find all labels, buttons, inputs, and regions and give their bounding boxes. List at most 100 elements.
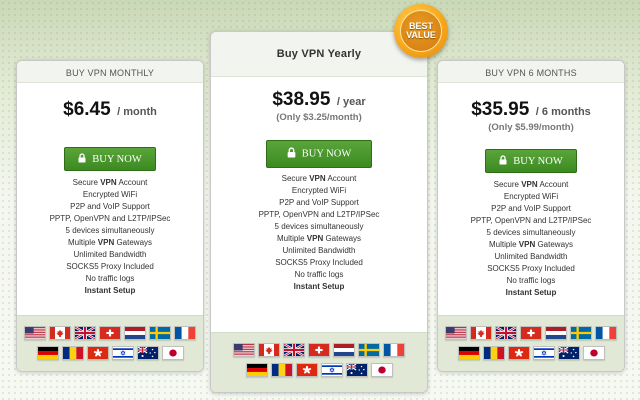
feature-item: P2P and VoIP Support (279, 198, 359, 207)
canada-flag[interactable] (258, 343, 280, 357)
lock-icon (287, 147, 296, 161)
uk-flag[interactable] (74, 326, 96, 340)
price-row: $38.95 / year (211, 89, 427, 111)
plan-card-yearly: Buy VPN Yearly $38.95 / year (Only $3.25… (210, 31, 428, 393)
romania-flag[interactable] (482, 346, 505, 360)
romania-flag[interactable] (270, 363, 293, 377)
usa-flag[interactable] (24, 326, 46, 340)
monthly-equivalent: (Only $3.25/month) (276, 112, 362, 123)
plan-card-6-months: BUY VPN 6 MONTHS $35.95 / 6 months (Only… (437, 60, 625, 372)
flag-row-2 (211, 363, 427, 377)
buy-now-button-6-months[interactable]: BUY NOW (485, 149, 577, 173)
france-flag[interactable] (174, 326, 196, 340)
feature-item: No traffic logs (85, 274, 135, 283)
server-flags (17, 315, 203, 371)
plan-title: Buy VPN Yearly (276, 48, 362, 60)
buy-now-button-monthly[interactable]: BUY NOW (64, 147, 156, 171)
sweden-flag[interactable] (570, 326, 592, 340)
price-period: / month (117, 106, 157, 118)
feature-item: Unlimited Bandwidth (282, 246, 356, 255)
israel-flag[interactable] (111, 346, 134, 360)
plan-card-monthly: BUY VPN MONTHLY $6.45 / month BUY NOW Se… (16, 60, 204, 372)
feature-item: SOCKS5 Proxy Included (487, 264, 575, 273)
germany-flag[interactable] (457, 346, 480, 360)
netherlands-flag[interactable] (124, 326, 146, 340)
feature-item: Secure VPN Account (493, 180, 569, 189)
flag-row-1 (211, 343, 427, 357)
feature-item: Instant Setup (505, 288, 557, 297)
sweden-flag[interactable] (358, 343, 380, 357)
feature-item: PPTP, OpenVPN and L2TP/IPSec (470, 216, 592, 225)
feature-item: SOCKS5 Proxy Included (66, 262, 154, 271)
feature-item: 5 devices simultaneously (65, 226, 155, 235)
germany-flag[interactable] (36, 346, 59, 360)
switzerland-flag[interactable] (520, 326, 542, 340)
buy-now-label: BUY NOW (301, 148, 352, 160)
france-flag[interactable] (383, 343, 405, 357)
usa-flag[interactable] (445, 326, 467, 340)
feature-item: SOCKS5 Proxy Included (275, 258, 363, 267)
switzerland-flag[interactable] (308, 343, 330, 357)
lock-icon (78, 152, 86, 166)
germany-flag[interactable] (245, 363, 268, 377)
feature-item: Multiple VPN Gateways (488, 240, 574, 249)
feature-item: Multiple VPN Gateways (276, 234, 362, 243)
feature-item: P2P and VoIP Support (70, 202, 150, 211)
feature-item: Secure VPN Account (281, 174, 357, 183)
feature-item: 5 devices simultaneously (274, 222, 364, 231)
feature-item: No traffic logs (506, 276, 556, 285)
flag-row-2 (17, 346, 203, 360)
feature-item: Encrypted WiFi (82, 190, 138, 199)
plan-title: BUY VPN 6 MONTHS (485, 68, 577, 78)
netherlands-flag[interactable] (545, 326, 567, 340)
feature-item: P2P and VoIP Support (491, 204, 571, 213)
buy-now-label: BUY NOW (92, 153, 142, 165)
japan-flag[interactable] (582, 346, 605, 360)
israel-flag[interactable] (532, 346, 555, 360)
flag-row-2 (438, 346, 624, 360)
uk-flag[interactable] (283, 343, 305, 357)
canada-flag[interactable] (49, 326, 71, 340)
feature-item: Instant Setup (293, 282, 345, 291)
romania-flag[interactable] (61, 346, 84, 360)
buy-now-button-yearly[interactable]: BUY NOW (266, 140, 372, 168)
feature-item: Unlimited Bandwidth (73, 250, 147, 259)
server-flags (211, 332, 427, 392)
feature-item: Secure VPN Account (72, 178, 148, 187)
feature-item: Instant Setup (84, 286, 136, 295)
australia-flag[interactable] (136, 346, 159, 360)
price: $35.95 (471, 99, 530, 120)
best-value-badge: BEST VALUE (394, 4, 448, 58)
feature-item: No traffic logs (294, 270, 344, 279)
hong-kong-flag[interactable] (295, 363, 318, 377)
buy-now-label: BUY NOW (513, 155, 563, 167)
feature-list: Secure VPN Account Encrypted WiFi P2P and … (17, 177, 203, 297)
monthly-equivalent: (Only $5.99/month) (488, 122, 574, 133)
sweden-flag[interactable] (149, 326, 171, 340)
feature-list: Secure VPN Account Encrypted WiFi P2P and … (438, 179, 624, 299)
israel-flag[interactable] (320, 363, 343, 377)
netherlands-flag[interactable] (333, 343, 355, 357)
japan-flag[interactable] (161, 346, 184, 360)
france-flag[interactable] (595, 326, 617, 340)
feature-item: PPTP, OpenVPN and L2TP/IPSec (258, 210, 380, 219)
price-period: / 6 months (535, 106, 591, 118)
canada-flag[interactable] (470, 326, 492, 340)
price-period: / year (336, 96, 366, 108)
plan-title: BUY VPN MONTHLY (65, 68, 155, 78)
usa-flag[interactable] (233, 343, 255, 357)
switzerland-flag[interactable] (99, 326, 121, 340)
uk-flag[interactable] (495, 326, 517, 340)
australia-flag[interactable] (557, 346, 580, 360)
feature-item: Encrypted WiFi (291, 186, 347, 195)
price: $38.95 (272, 89, 331, 110)
australia-flag[interactable] (345, 363, 368, 377)
flag-row-1 (17, 326, 203, 340)
badge-line-2: VALUE (406, 30, 436, 40)
hong-kong-flag[interactable] (507, 346, 530, 360)
feature-item: 5 devices simultaneously (486, 228, 576, 237)
plan-header: BUY VPN MONTHLY (17, 61, 203, 83)
hong-kong-flag[interactable] (86, 346, 109, 360)
feature-item: Multiple VPN Gateways (67, 238, 153, 247)
japan-flag[interactable] (370, 363, 393, 377)
